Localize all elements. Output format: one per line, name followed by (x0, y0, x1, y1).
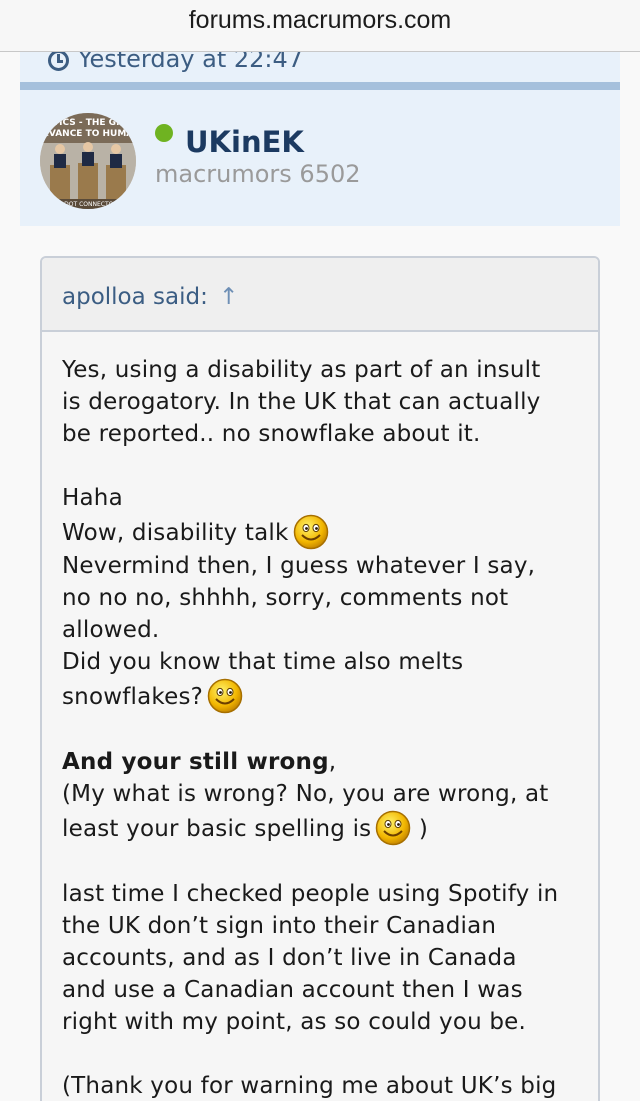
smile-emoji-icon (375, 810, 411, 846)
post-timestamp[interactable]: Yesterday at 22:47 (78, 52, 303, 73)
quote-author-link[interactable]: apolloa said: (62, 284, 208, 310)
quote-line: least your basic spelling is ) (62, 810, 580, 846)
quote-line: Did you know that time also melts (62, 649, 464, 675)
smile-emoji-icon (293, 514, 329, 550)
quote-body: Yes, using a disability as part of an in… (42, 332, 598, 1101)
quote-block: apolloa said: ↑ Yes, using a disability … (40, 256, 600, 1101)
previous-post-meta: Yesterday at 22:47 (20, 52, 620, 82)
quote-line: accounts, and as I don’t live in Canada (62, 945, 517, 971)
online-status-icon (155, 124, 173, 142)
quote-line: Nevermind then, I guess whatever I say, (62, 553, 536, 579)
svg-text:E DOT CONNECTOR: E DOT CONNECTOR (58, 201, 117, 208)
quote-line: Haha (62, 485, 123, 511)
clock-icon (48, 52, 69, 71)
quote-line: and use a Canadian account then I was (62, 977, 523, 1003)
quote-line: And your still wrong, (62, 749, 337, 775)
svg-text:TICS - THE GR: TICS - THE GR (53, 118, 123, 128)
quote-line: the UK don’t sign into their Canadian (62, 913, 497, 939)
quote-line: Wow, disability talk (62, 514, 580, 550)
quote-line: Yes, using a disability as part of an in… (62, 357, 541, 383)
quote-line: no no no, shhhh, sorry, comments not (62, 585, 509, 611)
user-title: macrumors 6502 (155, 160, 361, 188)
smile-emoji-icon (207, 678, 243, 714)
jump-to-post-arrow-icon[interactable]: ↑ (219, 284, 238, 310)
quote-line: be reported.. no snowflake about it. (62, 421, 481, 447)
url-text[interactable]: forums.macrumors.com (189, 6, 452, 35)
quote-line: (My what is wrong? No, you are wrong, at (62, 781, 549, 807)
post-author-block: TICS - THE GR EVANCE TO HUMA E DOT CONNE… (20, 90, 620, 226)
browser-address-bar[interactable]: forums.macrumors.com (0, 0, 640, 52)
post-separator (20, 82, 620, 90)
username-link[interactable]: UKinEK (185, 125, 304, 159)
quote-line: allowed. (62, 617, 160, 643)
svg-text:EVANCE TO HUMA: EVANCE TO HUMA (43, 129, 134, 139)
avatar[interactable]: TICS - THE GR EVANCE TO HUMA E DOT CONNE… (40, 113, 136, 209)
quote-attribution: apolloa said: ↑ (42, 258, 598, 332)
quote-line: right with my point, as so could you be. (62, 1009, 527, 1035)
quote-line: last time I checked people using Spotify… (62, 881, 559, 907)
avatar-image: TICS - THE GR EVANCE TO HUMA E DOT CONNE… (40, 113, 136, 209)
quote-line: (Thank you for warning me about UK’s big (62, 1073, 557, 1099)
quote-line: snowflakes? (62, 678, 580, 714)
quote-line: is derogatory. In the UK that can actual… (62, 389, 541, 415)
